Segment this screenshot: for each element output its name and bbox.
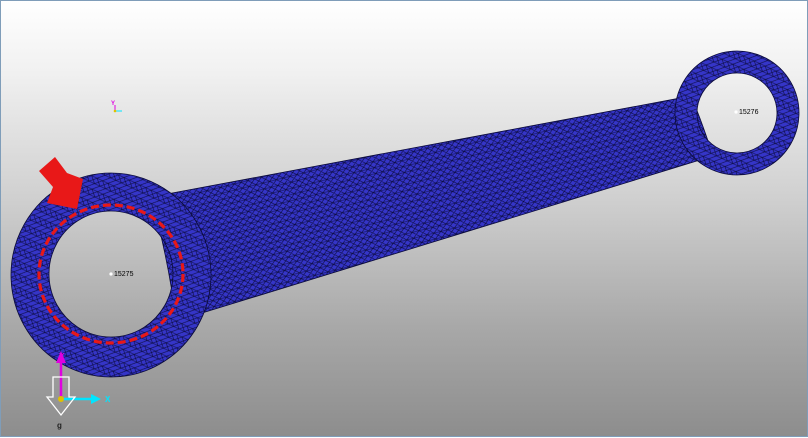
node-point-small-end[interactable] (109, 272, 113, 276)
triad-y-label: Y (59, 352, 65, 361)
triad-x-label: X (105, 395, 111, 404)
model-canvas[interactable]: 15275 15276 Y Y X g (1, 1, 808, 438)
graphics-viewport[interactable]: 15275 15276 Y Y X g (0, 0, 808, 437)
gravity-label: g (57, 421, 62, 430)
rod-shank-mesh[interactable] (150, 95, 714, 322)
mini-triad-icon: Y (111, 101, 122, 113)
node-label-big-end: 15276 (739, 109, 759, 116)
node-label-small-end: 15275 (114, 271, 134, 278)
mini-triad-y-label: Y (111, 101, 115, 107)
node-point-big-end[interactable] (734, 110, 738, 114)
